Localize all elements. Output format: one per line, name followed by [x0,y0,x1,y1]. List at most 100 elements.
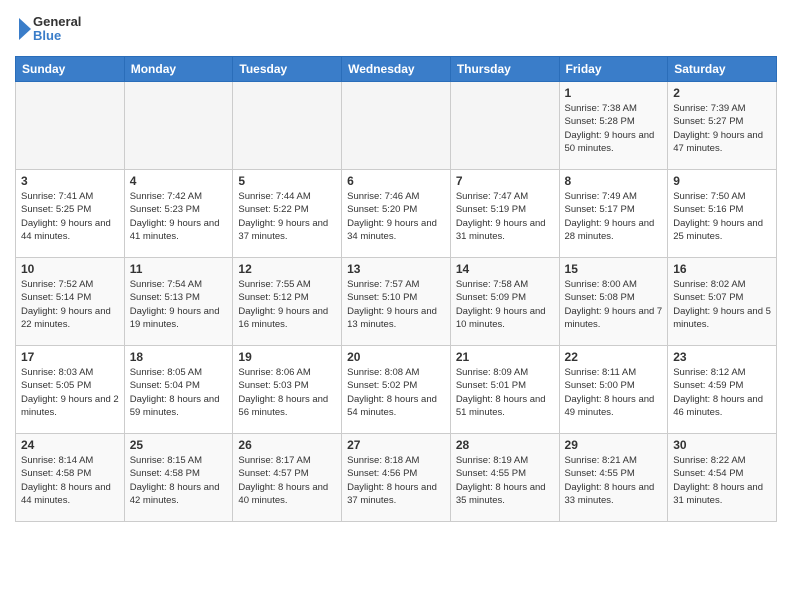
svg-text:General: General [33,14,81,29]
calendar-cell: 10 Sunrise: 7:52 AM Sunset: 5:14 PM Dayli… [16,258,125,346]
day-number: 11 [130,262,228,276]
weekday-header-sunday: Sunday [16,57,125,82]
day-number: 20 [347,350,445,364]
day-info: Sunrise: 8:00 AM Sunset: 5:08 PM Dayligh… [565,278,663,331]
day-number: 25 [130,438,228,452]
calendar-cell: 28 Sunrise: 8:19 AM Sunset: 4:55 PM Dayli… [450,434,559,522]
calendar-cell [16,82,125,170]
day-number: 23 [673,350,771,364]
calendar-cell: 11Sunrise: 7:54 AM Sunset: 5:13 PM Dayli… [124,258,233,346]
calendar-week-5: 24Sunrise: 8:14 AM Sunset: 4:58 PM Dayli… [16,434,777,522]
calendar-cell: 23 Sunrise: 8:12 AM Sunset: 4:59 PM Dayli… [668,346,777,434]
day-number: 10 [21,262,119,276]
logo: General Blue [15,10,85,48]
day-number: 15 [565,262,663,276]
day-info: Sunrise: 8:05 AM Sunset: 5:04 PM Dayligh… [130,366,228,419]
calendar-cell: 24Sunrise: 8:14 AM Sunset: 4:58 PM Dayli… [16,434,125,522]
day-info: Sunrise: 7:38 AM Sunset: 5:28 PM Dayligh… [565,102,663,155]
day-number: 30 [673,438,771,452]
day-number: 14 [456,262,554,276]
svg-text:Blue: Blue [33,28,61,43]
day-info: Sunrise: 7:58 AM Sunset: 5:09 PM Dayligh… [456,278,554,331]
calendar-cell: 22Sunrise: 8:11 AM Sunset: 5:00 PM Dayli… [559,346,668,434]
calendar-cell: 25 Sunrise: 8:15 AM Sunset: 4:58 PM Dayli… [124,434,233,522]
day-number: 17 [21,350,119,364]
logo-icon: General Blue [15,10,85,48]
day-info: Sunrise: 8:11 AM Sunset: 5:00 PM Dayligh… [565,366,663,419]
calendar-cell: 3Sunrise: 7:41 AM Sunset: 5:25 PM Daylig… [16,170,125,258]
calendar-week-3: 10 Sunrise: 7:52 AM Sunset: 5:14 PM Dayli… [16,258,777,346]
day-info: Sunrise: 8:03 AM Sunset: 5:05 PM Dayligh… [21,366,119,419]
day-info: Sunrise: 7:46 AM Sunset: 5:20 PM Dayligh… [347,190,445,243]
day-info: Sunrise: 7:42 AM Sunset: 5:23 PM Dayligh… [130,190,228,243]
day-info: Sunrise: 7:50 AM Sunset: 5:16 PM Dayligh… [673,190,771,243]
day-number: 18 [130,350,228,364]
calendar-cell: 6 Sunrise: 7:46 AM Sunset: 5:20 PM Daylig… [342,170,451,258]
day-number: 5 [238,174,336,188]
day-info: Sunrise: 7:41 AM Sunset: 5:25 PM Dayligh… [21,190,119,243]
day-info: Sunrise: 8:14 AM Sunset: 4:58 PM Dayligh… [21,454,119,507]
calendar-cell: 17 Sunrise: 8:03 AM Sunset: 5:05 PM Dayli… [16,346,125,434]
day-info: Sunrise: 8:12 AM Sunset: 4:59 PM Dayligh… [673,366,771,419]
header: General Blue [15,10,777,48]
day-number: 1 [565,86,663,100]
day-number: 29 [565,438,663,452]
day-info: Sunrise: 8:06 AM Sunset: 5:03 PM Dayligh… [238,366,336,419]
day-info: Sunrise: 7:49 AM Sunset: 5:17 PM Dayligh… [565,190,663,243]
calendar-table: SundayMondayTuesdayWednesdayThursdayFrid… [15,56,777,522]
day-info: Sunrise: 8:08 AM Sunset: 5:02 PM Dayligh… [347,366,445,419]
day-number: 16 [673,262,771,276]
calendar-week-2: 3Sunrise: 7:41 AM Sunset: 5:25 PM Daylig… [16,170,777,258]
weekday-header-friday: Friday [559,57,668,82]
day-number: 26 [238,438,336,452]
calendar-cell: 15 Sunrise: 8:00 AM Sunset: 5:08 PM Dayli… [559,258,668,346]
day-info: Sunrise: 8:09 AM Sunset: 5:01 PM Dayligh… [456,366,554,419]
weekday-header-row: SundayMondayTuesdayWednesdayThursdayFrid… [16,57,777,82]
day-info: Sunrise: 8:21 AM Sunset: 4:55 PM Dayligh… [565,454,663,507]
day-number: 21 [456,350,554,364]
day-info: Sunrise: 7:57 AM Sunset: 5:10 PM Dayligh… [347,278,445,331]
calendar-cell [342,82,451,170]
calendar-cell: 9Sunrise: 7:50 AM Sunset: 5:16 PM Daylig… [668,170,777,258]
day-number: 28 [456,438,554,452]
weekday-header-wednesday: Wednesday [342,57,451,82]
calendar-cell: 4 Sunrise: 7:42 AM Sunset: 5:23 PM Daylig… [124,170,233,258]
weekday-header-monday: Monday [124,57,233,82]
weekday-header-thursday: Thursday [450,57,559,82]
page-container: General Blue SundayMondayTuesdayWednesda… [0,0,792,532]
calendar-cell: 13Sunrise: 7:57 AM Sunset: 5:10 PM Dayli… [342,258,451,346]
day-number: 7 [456,174,554,188]
day-info: Sunrise: 8:15 AM Sunset: 4:58 PM Dayligh… [130,454,228,507]
calendar-cell: 5 Sunrise: 7:44 AM Sunset: 5:22 PM Daylig… [233,170,342,258]
day-info: Sunrise: 8:18 AM Sunset: 4:56 PM Dayligh… [347,454,445,507]
calendar-cell: 26 Sunrise: 8:17 AM Sunset: 4:57 PM Dayli… [233,434,342,522]
calendar-cell: 7 Sunrise: 7:47 AM Sunset: 5:19 PM Daylig… [450,170,559,258]
day-number: 8 [565,174,663,188]
day-number: 27 [347,438,445,452]
calendar-cell: 21 Sunrise: 8:09 AM Sunset: 5:01 PM Dayli… [450,346,559,434]
day-info: Sunrise: 8:02 AM Sunset: 5:07 PM Dayligh… [673,278,771,331]
calendar-week-1: 1 Sunrise: 7:38 AM Sunset: 5:28 PM Daylig… [16,82,777,170]
calendar-cell: 1 Sunrise: 7:38 AM Sunset: 5:28 PM Daylig… [559,82,668,170]
calendar-cell [124,82,233,170]
day-info: Sunrise: 8:22 AM Sunset: 4:54 PM Dayligh… [673,454,771,507]
day-info: Sunrise: 8:19 AM Sunset: 4:55 PM Dayligh… [456,454,554,507]
calendar-cell: 27 Sunrise: 8:18 AM Sunset: 4:56 PM Dayli… [342,434,451,522]
day-number: 2 [673,86,771,100]
calendar-cell: 14 Sunrise: 7:58 AM Sunset: 5:09 PM Dayli… [450,258,559,346]
calendar-cell [233,82,342,170]
calendar-cell: 20 Sunrise: 8:08 AM Sunset: 5:02 PM Dayli… [342,346,451,434]
calendar-cell: 16 Sunrise: 8:02 AM Sunset: 5:07 PM Dayli… [668,258,777,346]
day-number: 12 [238,262,336,276]
day-number: 4 [130,174,228,188]
day-info: Sunrise: 7:55 AM Sunset: 5:12 PM Dayligh… [238,278,336,331]
calendar-cell: 30 Sunrise: 8:22 AM Sunset: 4:54 PM Dayli… [668,434,777,522]
day-info: Sunrise: 8:17 AM Sunset: 4:57 PM Dayligh… [238,454,336,507]
day-info: Sunrise: 7:52 AM Sunset: 5:14 PM Dayligh… [21,278,119,331]
day-info: Sunrise: 7:47 AM Sunset: 5:19 PM Dayligh… [456,190,554,243]
day-info: Sunrise: 7:44 AM Sunset: 5:22 PM Dayligh… [238,190,336,243]
day-info: Sunrise: 7:39 AM Sunset: 5:27 PM Dayligh… [673,102,771,155]
calendar-cell: 19Sunrise: 8:06 AM Sunset: 5:03 PM Dayli… [233,346,342,434]
day-number: 6 [347,174,445,188]
calendar-cell: 12 Sunrise: 7:55 AM Sunset: 5:12 PM Dayli… [233,258,342,346]
